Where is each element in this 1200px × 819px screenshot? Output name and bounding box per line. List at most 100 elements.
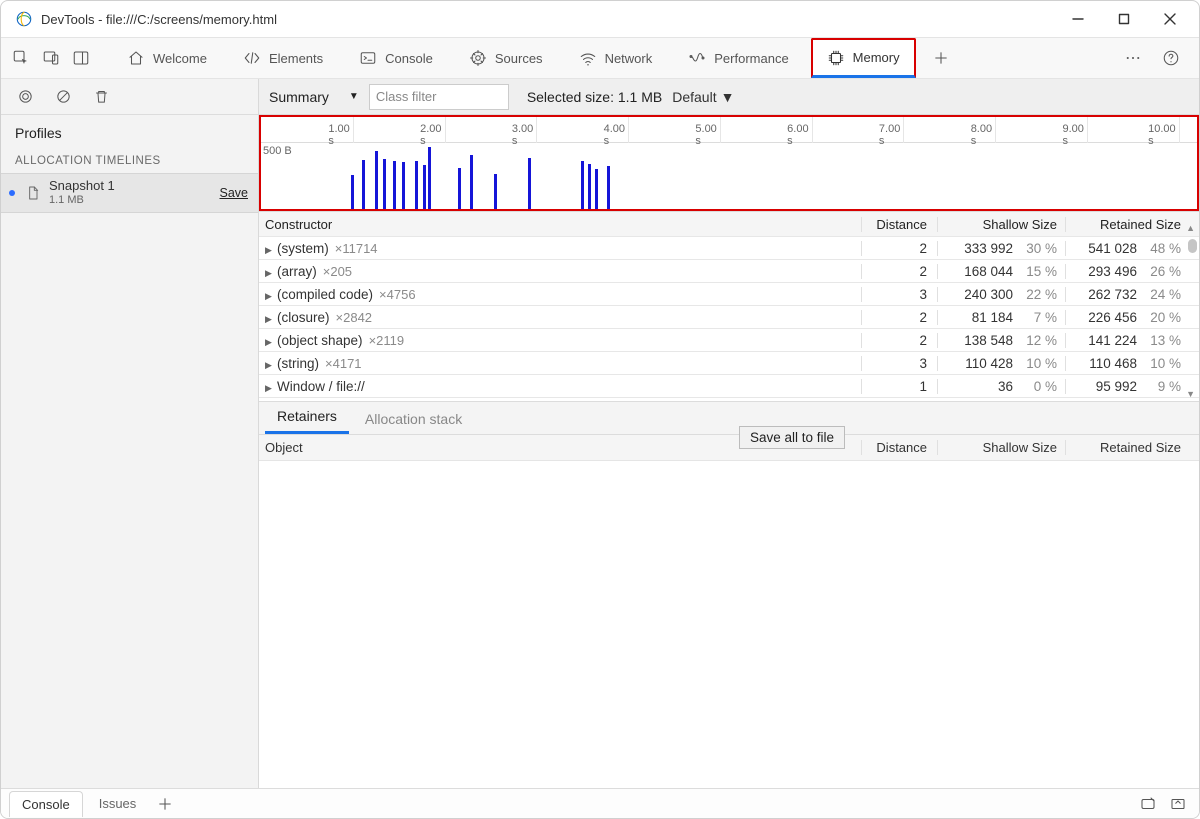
col-retained-size[interactable]: Retained Size▲ (1065, 217, 1199, 232)
maximize-button[interactable] (1101, 3, 1147, 35)
table-row[interactable]: ▶(system)×117142333 99230 %541 02848 % (259, 237, 1199, 260)
timeline-tick: 5.00 s (720, 117, 721, 143)
detail-subtabs: Retainers Allocation stack (259, 401, 1199, 435)
allocation-bar (415, 161, 418, 209)
allocation-bar (494, 174, 497, 209)
profiles-heading: Profiles (1, 115, 258, 147)
allocation-bar (362, 160, 365, 209)
constructor-grid-body: ▶(system)×117142333 99230 %541 02848 %▶(… (259, 237, 1199, 401)
tab-elements[interactable]: Elements (229, 38, 337, 78)
selection-dot-icon (9, 190, 15, 196)
sort-asc-icon: ▲ (1186, 223, 1195, 233)
table-row[interactable]: ▶(compiled code)×47563240 30022 %262 732… (259, 283, 1199, 306)
allocation-bar (383, 159, 386, 209)
col-shallow-size[interactable]: Shallow Size (937, 217, 1065, 232)
tab-memory[interactable]: Memory (811, 38, 916, 78)
allocation-bar (423, 165, 426, 209)
more-tools-icon[interactable] (1119, 44, 1147, 72)
snapshot-name: Snapshot 1 (49, 179, 212, 194)
add-tab-button[interactable] (924, 38, 958, 78)
title-bar: DevTools - file:///C:/screens/memory.htm… (1, 1, 1199, 37)
col-distance[interactable]: Distance (861, 217, 937, 232)
record-icon[interactable] (11, 83, 39, 111)
tab-allocation-stack[interactable]: Allocation stack (353, 403, 474, 434)
minimize-button[interactable] (1055, 3, 1101, 35)
allocation-bar (607, 166, 610, 209)
col-retained-size[interactable]: Retained Size (1065, 440, 1199, 455)
caret-down-icon: ▼ (721, 89, 735, 105)
expand-drawer-icon[interactable] (1165, 791, 1191, 817)
profiles-sidebar: Profiles ALLOCATION TIMELINES Snapshot 1… (1, 79, 259, 788)
drawer-toolbar: Console Issues (1, 788, 1199, 818)
class-filter-input[interactable]: Class filter (369, 84, 509, 110)
snapshot-item[interactable]: Snapshot 1 1.1 MB Save (1, 173, 258, 213)
tab-retainers[interactable]: Retainers (265, 400, 349, 434)
allocation-bar (393, 161, 396, 209)
help-icon[interactable] (1157, 44, 1185, 72)
issues-indicator-icon[interactable] (1135, 791, 1161, 817)
constructor-grid-header: Constructor Distance Shallow Size Retain… (259, 211, 1199, 237)
allocation-bar (375, 151, 378, 209)
allocation-bar (528, 158, 531, 209)
timeline-tick: 7.00 s (903, 117, 904, 143)
snapshot-size: 1.1 MB (49, 194, 212, 207)
sidebar-toolbar (1, 79, 258, 115)
main-area: Profiles ALLOCATION TIMELINES Snapshot 1… (1, 79, 1199, 788)
timeline-tick: 6.00 s (812, 117, 813, 143)
allocation-bar (470, 155, 473, 209)
heap-snapshot-icon (25, 185, 41, 201)
timeline-tick: 9.00 s (1087, 117, 1088, 143)
drawer-tab-console[interactable]: Console (9, 791, 83, 817)
allocation-bar (458, 168, 461, 209)
view-dropdown[interactable]: Summary ▼ (259, 79, 369, 114)
panel-tabstrip: WelcomeElementsConsoleSourcesNetworkPerf… (1, 37, 1199, 79)
table-row[interactable]: ▶(closure)×2842281 1847 %226 45620 % (259, 306, 1199, 329)
device-toolbar-icon[interactable] (37, 44, 65, 72)
allocation-bar (402, 162, 405, 209)
table-row[interactable]: ▶(string)×41713110 42810 %110 46810 % (259, 352, 1199, 375)
tab-welcome[interactable]: Welcome (113, 38, 221, 78)
timeline-tick: 2.00 s (445, 117, 446, 143)
edge-app-icon (15, 10, 33, 28)
inspect-element-icon[interactable] (7, 44, 35, 72)
more-rows-icon: ▼ (1186, 389, 1195, 399)
retainers-grid-body (259, 461, 1199, 788)
allocation-bar (351, 175, 354, 209)
close-button[interactable] (1147, 3, 1193, 35)
table-row[interactable]: ▶(object shape)×21192138 54812 %141 2241… (259, 329, 1199, 352)
memory-content: Summary ▼ Class filter Selected size: 1.… (259, 79, 1199, 788)
col-distance[interactable]: Distance (861, 440, 937, 455)
base-snapshot-dropdown[interactable]: Default ▼ (672, 89, 734, 105)
window-title: DevTools - file:///C:/screens/memory.htm… (41, 12, 277, 27)
selected-size-status: Selected size: 1.1 MB (527, 89, 662, 105)
col-constructor[interactable]: Constructor (259, 217, 861, 232)
caret-down-icon: ▼ (349, 91, 359, 102)
retainers-grid-header: Object Distance Shallow Size Retained Si… (259, 435, 1199, 461)
timeline-tick: 1.00 s (353, 117, 354, 143)
save-snapshot-link[interactable]: Save (220, 186, 249, 200)
delete-icon[interactable] (87, 83, 115, 111)
tab-console[interactable]: Console (345, 38, 447, 78)
tab-sources[interactable]: Sources (455, 38, 557, 78)
filter-toolbar: Summary ▼ Class filter Selected size: 1.… (259, 79, 1199, 115)
window-frame: DevTools - file:///C:/screens/memory.htm… (0, 0, 1200, 819)
tab-performance[interactable]: Performance (674, 38, 802, 78)
allocation-bar (588, 164, 591, 209)
context-tooltip: Save all to file (739, 426, 845, 449)
timeline-tick: 10.00 s (1179, 117, 1180, 143)
timeline-tick: 4.00 s (628, 117, 629, 143)
col-shallow-size[interactable]: Shallow Size (937, 440, 1065, 455)
table-row[interactable]: ▶Window / file://1360 %95 9929 % (259, 375, 1199, 398)
clear-icon[interactable] (49, 83, 77, 111)
timeline-tick: 3.00 s (536, 117, 537, 143)
tab-network[interactable]: Network (565, 38, 667, 78)
allocation-timeline-overview[interactable]: 1.00 s 2.00 s 3.00 s 4.00 s 5.00 s 6.00 s 7.00… (259, 115, 1199, 211)
drawer-tab-issues[interactable]: Issues (87, 791, 149, 816)
allocation-bar (595, 169, 598, 209)
timeline-tick: 8.00 s (995, 117, 996, 143)
dock-side-icon[interactable] (67, 44, 95, 72)
allocation-timelines-caption: ALLOCATION TIMELINES (1, 147, 258, 173)
add-drawer-tab-icon[interactable] (152, 791, 178, 817)
table-row[interactable]: ▶(array)×2052168 04415 %293 49626 % (259, 260, 1199, 283)
allocation-bar (581, 161, 584, 209)
